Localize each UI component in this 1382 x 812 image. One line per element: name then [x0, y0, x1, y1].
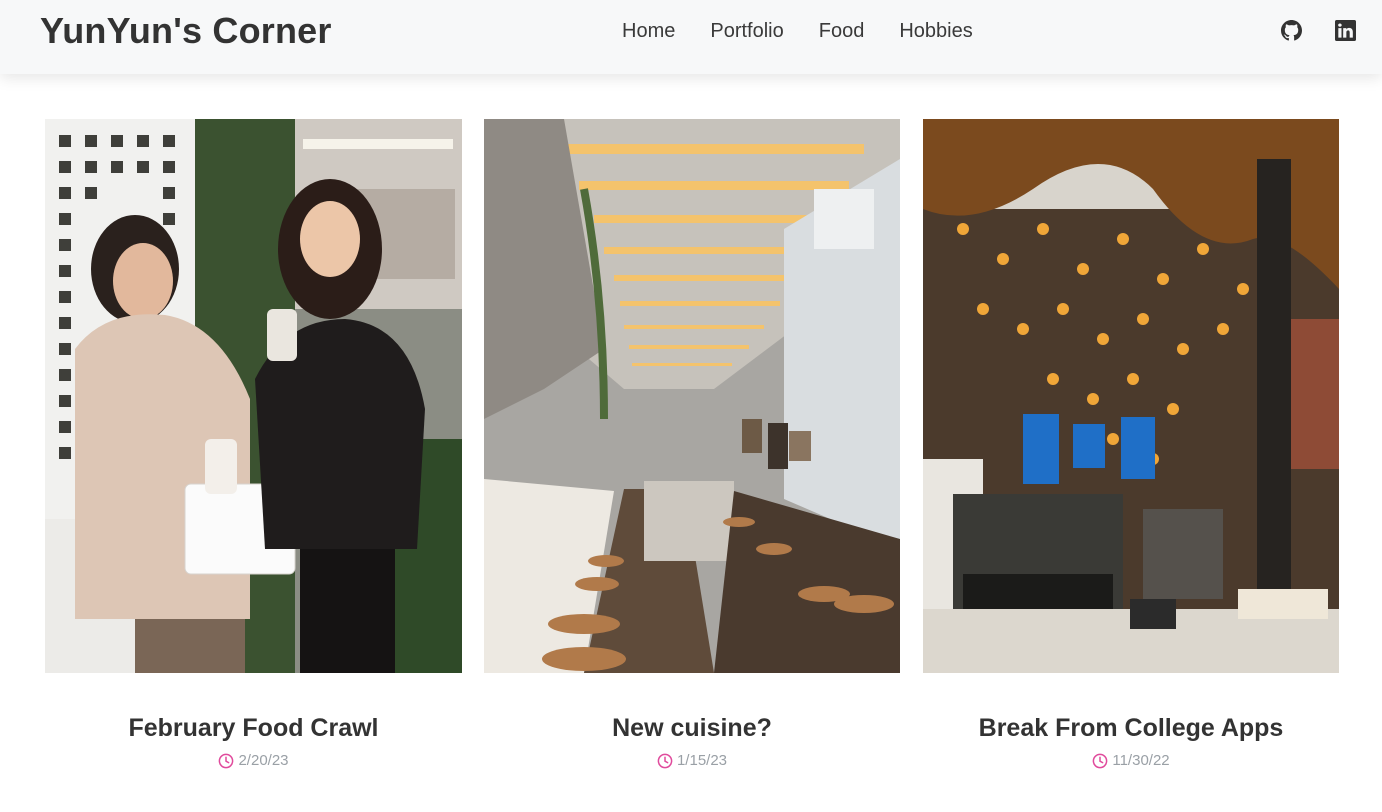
post-title-3[interactable]: Break From College Apps: [923, 713, 1339, 743]
linkedin-icon[interactable]: [1335, 20, 1357, 42]
post-date-1: 2/20/23: [45, 752, 462, 770]
post-date-text-3: 11/30/22: [1112, 752, 1170, 769]
post-photo-2[interactable]: [484, 119, 900, 673]
post-card-2[interactable]: New cuisine? 1/15/23: [484, 119, 900, 770]
clock-icon: [657, 753, 673, 769]
post-date-3: 11/30/22: [923, 752, 1339, 770]
post-title-2[interactable]: New cuisine?: [484, 713, 900, 743]
clock-icon: [218, 753, 234, 769]
top-navbar: YunYun's Corner Home Portfolio Food Hobb…: [0, 0, 1382, 74]
post-card-3[interactable]: Break From College Apps 11/30/22: [923, 119, 1339, 770]
main-nav: Home Portfolio Food Hobbies: [622, 18, 973, 44]
post-date-2: 1/15/23: [484, 752, 900, 770]
nav-hobbies[interactable]: Hobbies: [899, 18, 972, 44]
github-icon[interactable]: [1281, 20, 1303, 42]
nav-portfolio[interactable]: Portfolio: [710, 18, 783, 44]
post-date-text-1: 2/20/23: [238, 752, 289, 769]
post-date-text-2: 1/15/23: [676, 752, 728, 769]
post-photo-3[interactable]: [923, 119, 1339, 673]
post-card-1[interactable]: February Food Crawl 2/20/23: [45, 119, 462, 770]
clock-icon: [1092, 753, 1108, 769]
post-photo-1[interactable]: [45, 119, 462, 673]
nav-home[interactable]: Home: [622, 18, 675, 44]
post-title-1[interactable]: February Food Crawl: [45, 713, 462, 743]
nav-food[interactable]: Food: [819, 18, 865, 44]
site-brand[interactable]: YunYun's Corner: [40, 10, 332, 52]
